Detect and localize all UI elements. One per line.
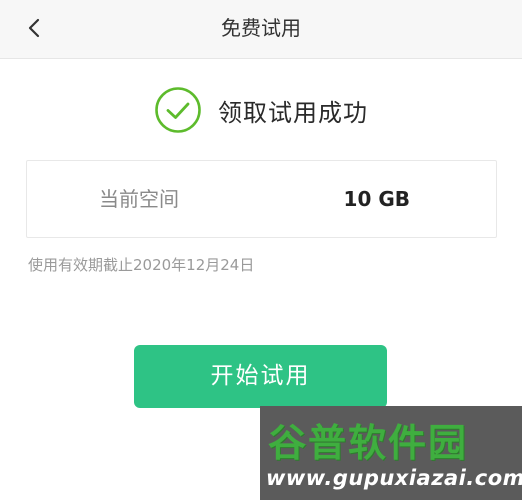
check-circle-icon (155, 87, 201, 133)
space-value: 10 GB (343, 187, 410, 211)
success-banner: 领取试用成功 (0, 84, 522, 136)
start-trial-button[interactable]: 开始试用 (134, 345, 387, 408)
watermark-url: www.gupuxiazai.com (266, 466, 522, 490)
page-title: 免费试用 (221, 16, 301, 40)
watermark-title: 谷普软件园 (268, 421, 469, 465)
space-label: 当前空间 (99, 187, 179, 211)
validity-text: 使用有效期截止2020年12月24日 (28, 256, 255, 274)
success-message: 领取试用成功 (218, 98, 368, 127)
watermark: 谷普软件园 www.gupuxiazai.com (260, 406, 522, 500)
space-card: 当前空间 10 GB (26, 160, 497, 238)
top-bar: 免费试用 (0, 0, 522, 59)
